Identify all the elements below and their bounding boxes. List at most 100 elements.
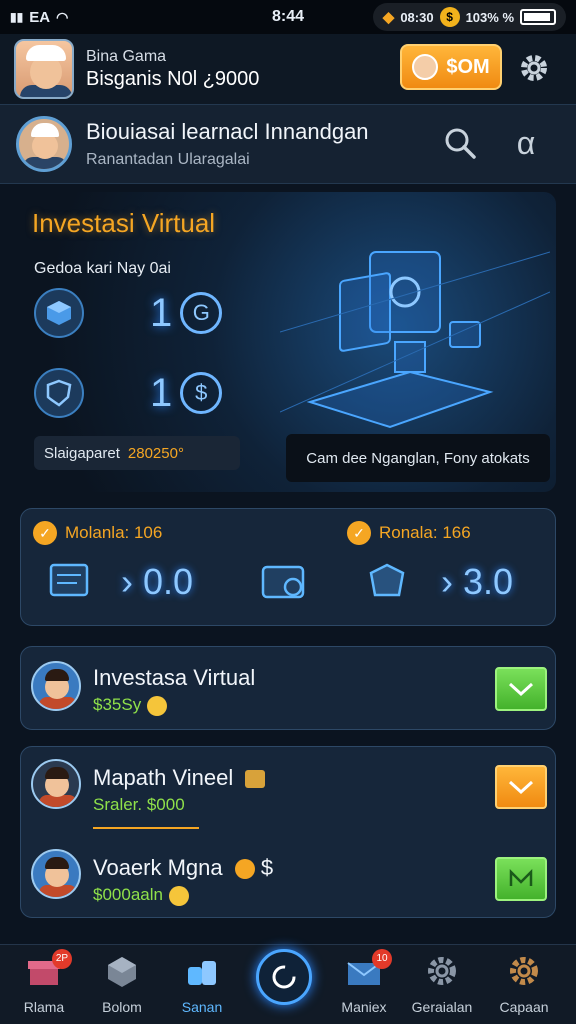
hero-pill-label: Slaigaparet — [44, 444, 120, 462]
nav-badge: 2P — [52, 949, 72, 969]
lock-icon — [245, 770, 266, 789]
user-name: Bina Gama — [86, 47, 167, 65]
nav-item-maniex[interactable]: 10 Maniex — [324, 949, 404, 1015]
item-sub: $35Sy — [93, 695, 168, 716]
status-bar: ▮▮ EA ◠ 8:44 ◆ 08:30 $ 103% % — [0, 0, 576, 34]
balance-label-right: ✓ Ronala: 166 — [347, 521, 471, 545]
wifi-icon: ◠ — [56, 8, 69, 25]
box-icon — [369, 563, 405, 597]
item-sub: $000aaln — [93, 885, 189, 906]
stat-badge: $ — [180, 372, 223, 414]
confirm-button[interactable] — [495, 667, 547, 711]
hero-subtitle: Gedoa kari Nay 0ai — [34, 260, 171, 277]
gift-icon: 2P — [26, 949, 72, 989]
document-icon — [49, 563, 89, 597]
smile-icon — [147, 695, 168, 716]
stat-row-cube: 1 G — [34, 288, 223, 338]
settings-icon — [424, 953, 460, 989]
list-card-2: Mapath Vineel Sraler. $000 Voaerk Mgna $… — [20, 746, 556, 918]
stat-badge: G — [180, 292, 223, 334]
profile-subtitle: Ranantadan Ularagalai — [86, 151, 250, 168]
balance-label-text: Ronala: 166 — [379, 523, 471, 542]
center-action-button[interactable] — [256, 949, 312, 1005]
wallet-button[interactable]: $OM — [400, 44, 502, 90]
check-icon: ✓ — [347, 521, 371, 545]
nav-label: Rlama — [23, 999, 65, 1015]
item-sub-text: $000aaln — [93, 885, 163, 904]
item-title-text: Mapath Vineel — [93, 765, 234, 790]
smile-icon — [168, 885, 189, 906]
top-header: Bina Gama Bisganis N0l ¿9000 $OM — [0, 34, 576, 104]
hero-pill[interactable]: Slaigaparet 280250° — [34, 436, 240, 470]
carrier-label: EA — [29, 8, 51, 26]
coins-value: 08:30 — [400, 9, 434, 25]
hero-title: Investasi Virtual — [32, 208, 216, 238]
face-icon — [412, 54, 439, 80]
nav-item-capaan[interactable]: Capaan — [484, 953, 564, 1015]
refresh-icon — [272, 965, 296, 989]
coin-icon — [234, 859, 255, 880]
list-item[interactable]: Voaerk Mgna $ $000aaln — [21, 837, 557, 917]
exchange-button[interactable] — [495, 857, 547, 901]
item-title-text: Voaerk Mgna — [93, 855, 223, 880]
user-balance: Bisganis N0l ¿9000 — [86, 67, 260, 90]
header-user-info: Bina Gama Bisganis N0l ¿9000 — [86, 48, 259, 91]
list-item[interactable]: Mapath Vineel Sraler. $000 — [21, 747, 557, 829]
hero-info-box[interactable]: Cam dee Nganglan, Fony atokats — [286, 434, 550, 482]
chevron-down-icon — [508, 780, 534, 795]
balance-value-left: › 0.0 — [121, 561, 194, 602]
user-avatar[interactable] — [14, 39, 74, 99]
alpha-icon[interactable]: α — [508, 125, 544, 161]
nav-item-geraialan[interactable]: Geraialan — [402, 953, 482, 1015]
balance-card: ✓ Molanla: 106 › 0.0 ✓ Ronala: 166 › 3.0 — [20, 508, 556, 626]
mail-icon: 10 — [346, 949, 392, 989]
stat-value: 1 — [150, 370, 173, 415]
nav-label: Bolom — [102, 999, 142, 1015]
accept-button[interactable] — [495, 765, 547, 809]
item-title: Voaerk Mgna $ — [93, 855, 273, 881]
profile-title: Biouiasai learnacl Innandgan — [86, 119, 369, 144]
cube-icon — [104, 953, 140, 989]
nav-item-sanan[interactable]: Sanan — [162, 953, 242, 1015]
item-title-suffix: $ — [260, 855, 274, 880]
nav-label: Geraialan — [411, 999, 473, 1015]
nav-item-home[interactable]: 2P Rlama — [4, 949, 84, 1015]
signal-icon: ▮▮ — [10, 10, 24, 24]
balance-value-right: › 3.0 — [441, 561, 514, 602]
cube-icon — [34, 288, 84, 338]
status-right: ◆ 08:30 $ 103% % — [372, 3, 566, 31]
list-card-1[interactable]: Investasa Virtual $35Sy — [20, 646, 556, 730]
exchange-icon — [509, 868, 533, 886]
nav-label: Capaan — [499, 999, 549, 1015]
shield-icon — [34, 368, 84, 418]
list-item: Investasa Virtual $35Sy — [21, 647, 557, 727]
bottom-nav: 2P Rlama Bolom Sanan 10 Maniex Geraialan — [0, 944, 576, 1024]
monitor-illustration — [280, 251, 550, 429]
gem-icon: ◆ — [382, 9, 395, 26]
item-avatar — [31, 661, 81, 711]
item-title: Investasa Virtual — [93, 665, 256, 690]
clock: 8:44 — [272, 8, 305, 25]
gear-icon[interactable] — [518, 52, 550, 84]
nav-label: Maniex — [341, 999, 387, 1015]
item-avatar — [31, 759, 81, 809]
profile-avatar — [16, 116, 72, 172]
coin-icon: $ — [439, 7, 460, 27]
gear-icon — [506, 953, 542, 989]
nav-label: Sanan — [181, 999, 223, 1015]
status-left: ▮▮ EA ◠ — [10, 9, 68, 26]
nav-item-bolom[interactable]: Bolom — [82, 953, 162, 1015]
stat-row-shield: 1 $ — [34, 368, 223, 418]
item-title: Mapath Vineel — [93, 765, 266, 791]
battery-icon — [520, 9, 556, 25]
profile-card[interactable]: Biouiasai learnacl Innandgan Ranantadan … — [0, 104, 576, 184]
hero-info-text: Cam dee Nganglan, Fony atokats — [306, 449, 530, 467]
search-icon[interactable] — [442, 125, 478, 161]
nav-badge: 10 — [372, 949, 392, 969]
wallet-button-label: $OM — [446, 55, 490, 78]
hero-pill-value: 280250° — [127, 444, 184, 462]
item-avatar — [31, 849, 81, 899]
profile-text: Biouiasai learnacl Innandgan Ranantadan … — [86, 119, 369, 169]
wallet-icon — [261, 565, 305, 599]
balance-label-left: ✓ Molanla: 106 — [33, 521, 162, 545]
